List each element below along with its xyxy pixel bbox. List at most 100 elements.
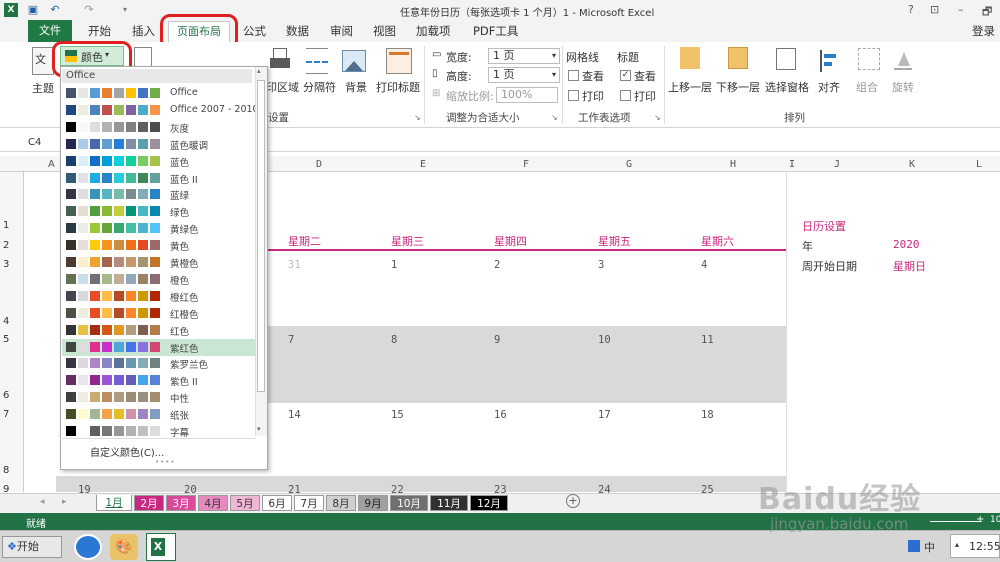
rotate-icon[interactable] [894,50,912,70]
resize-grip-icon[interactable]: •••• [155,458,176,466]
background-icon[interactable] [342,50,366,72]
align-label[interactable]: 对齐 [818,79,840,95]
headings-print-checkbox[interactable] [620,90,631,101]
sheet-tab[interactable]: 3月 [166,495,196,511]
selection-pane-label[interactable]: 选择窗格 [765,79,809,95]
ime-icon[interactable] [908,540,920,552]
sheet-tab[interactable]: 7月 [294,495,324,511]
tab-view[interactable]: 视图 [373,23,396,39]
breaks-label[interactable]: 分隔符 [303,79,336,95]
theme-option[interactable]: 橙红色 [62,288,256,305]
theme-option[interactable]: 纸张 [62,406,256,423]
week-start-value[interactable]: 星期日 [893,258,926,274]
print-area-label[interactable]: 印区域 [266,79,299,95]
minimize-button[interactable]: – [958,3,964,16]
zoom-in-button[interactable]: + [976,514,984,525]
name-box[interactable]: C4 [28,137,58,151]
bring-forward-label[interactable]: 上移一层 [668,79,712,95]
column-header-e[interactable]: E [420,159,426,170]
row-header-1[interactable]: 1 [3,220,9,231]
gridlines-view-checkbox[interactable] [568,70,579,81]
scale-input[interactable]: 100% [496,87,558,103]
gridlines-print-checkbox[interactable] [568,90,579,101]
save-icon[interactable]: ▣ [26,3,40,17]
tab-insert[interactable]: 插入 [132,23,155,39]
row-header-4[interactable]: 4 [3,316,9,327]
scroll-right-icon[interactable]: ▸ [62,497,67,507]
day-cell[interactable]: 11 [701,334,714,346]
excel-taskbar-icon[interactable]: X [146,533,176,561]
themes-label[interactable]: 主题 [32,80,54,96]
print-titles-icon[interactable] [386,48,412,74]
send-backward-icon[interactable] [728,47,748,69]
row-header-2[interactable]: 2 [3,240,9,251]
theme-option[interactable]: 黄色 [62,237,256,254]
sheet-tab[interactable]: 12月 [470,495,508,511]
day-cell[interactable]: 4 [701,259,707,271]
day-cell[interactable]: 8 [391,334,397,346]
theme-option[interactable]: 灰度 [62,119,256,136]
year-value[interactable]: 2020 [893,238,920,251]
print-area-icon[interactable] [270,48,292,74]
theme-option[interactable]: 紫红色 [62,338,256,356]
theme-option[interactable]: 蓝绿 [62,186,256,203]
theme-option[interactable]: 绿色 [62,203,256,220]
theme-option[interactable]: 黄橙色 [62,254,256,271]
help-button[interactable]: ? [908,3,914,16]
sheet-options-launcher-icon[interactable]: ↘ [654,113,661,122]
sheet-tab[interactable]: 9月 [358,495,388,511]
day-cell[interactable]: 3 [598,259,604,271]
scale-launcher-icon[interactable]: ↘ [551,113,558,122]
align-icon[interactable] [820,50,838,72]
page-setup-launcher-icon[interactable]: ↘ [414,113,421,122]
custom-colors-item[interactable]: 自定义颜色(C)... [90,444,164,459]
day-cell[interactable]: 18 [701,409,714,421]
send-backward-label[interactable]: 下移一层 [716,79,760,95]
row-header-6[interactable]: 6 [3,390,9,401]
themes-icon[interactable]: 文 [32,47,54,75]
sheet-tab[interactable]: 11月 [430,495,468,511]
ribbon-display-icon[interactable]: ⊡ [930,3,939,16]
clock[interactable]: ▴ 12:55 [950,534,1000,558]
theme-option[interactable]: 红橙色 [62,305,256,322]
theme-option[interactable]: 蓝色 [62,153,256,170]
column-header-j[interactable]: J [834,159,840,170]
theme-option[interactable]: 蓝色暖调 [62,136,256,153]
undo-icon[interactable]: ↶ [48,3,62,17]
column-header-k[interactable]: K [909,159,915,170]
rotate-label[interactable]: 旋转 [892,79,914,95]
scroll-up-icon[interactable]: ▴ [257,67,261,75]
theme-option[interactable]: 中性 [62,389,256,406]
sheet-tab[interactable]: 4月 [198,495,228,511]
breaks-icon[interactable] [306,48,328,74]
sheet-tab[interactable]: 1月 [96,495,132,511]
day-cell[interactable]: 14 [288,409,301,421]
group-icon[interactable] [858,48,880,70]
sheet-tab[interactable]: 8月 [326,495,356,511]
theme-option[interactable]: 橙色 [62,271,256,288]
column-header-f[interactable]: F [523,159,529,170]
column-header-d[interactable]: D [316,159,322,170]
sheet-tab[interactable]: 2月 [134,495,164,511]
day-cell[interactable]: 15 [391,409,404,421]
sheet-tab[interactable]: 6月 [262,495,292,511]
tab-file[interactable]: 文件 [28,20,72,42]
bring-forward-icon[interactable] [680,47,700,69]
width-select[interactable]: 1 页 ▾ [488,48,560,64]
theme-option[interactable]: Office 2007 - 2010 [62,102,259,119]
background-label[interactable]: 背景 [345,79,367,95]
column-header-l[interactable]: L [976,159,982,170]
day-cell[interactable]: 31 [288,259,301,271]
print-titles-label[interactable]: 打印标题 [376,79,420,95]
theme-option[interactable]: Office [62,85,256,102]
row-header-8[interactable]: 8 [3,465,9,476]
row-header-7[interactable]: 7 [3,409,9,420]
paint-icon[interactable]: 🎨 [110,534,138,560]
dropdown-scroll-thumb[interactable] [257,80,265,392]
day-cell[interactable]: 10 [598,334,611,346]
tab-home[interactable]: 开始 [88,23,111,39]
day-cell[interactable]: 16 [494,409,507,421]
row-header-3[interactable]: 3 [3,259,9,270]
column-header-i[interactable]: I [789,159,795,170]
theme-option[interactable]: 紫罗兰色 [62,355,256,372]
